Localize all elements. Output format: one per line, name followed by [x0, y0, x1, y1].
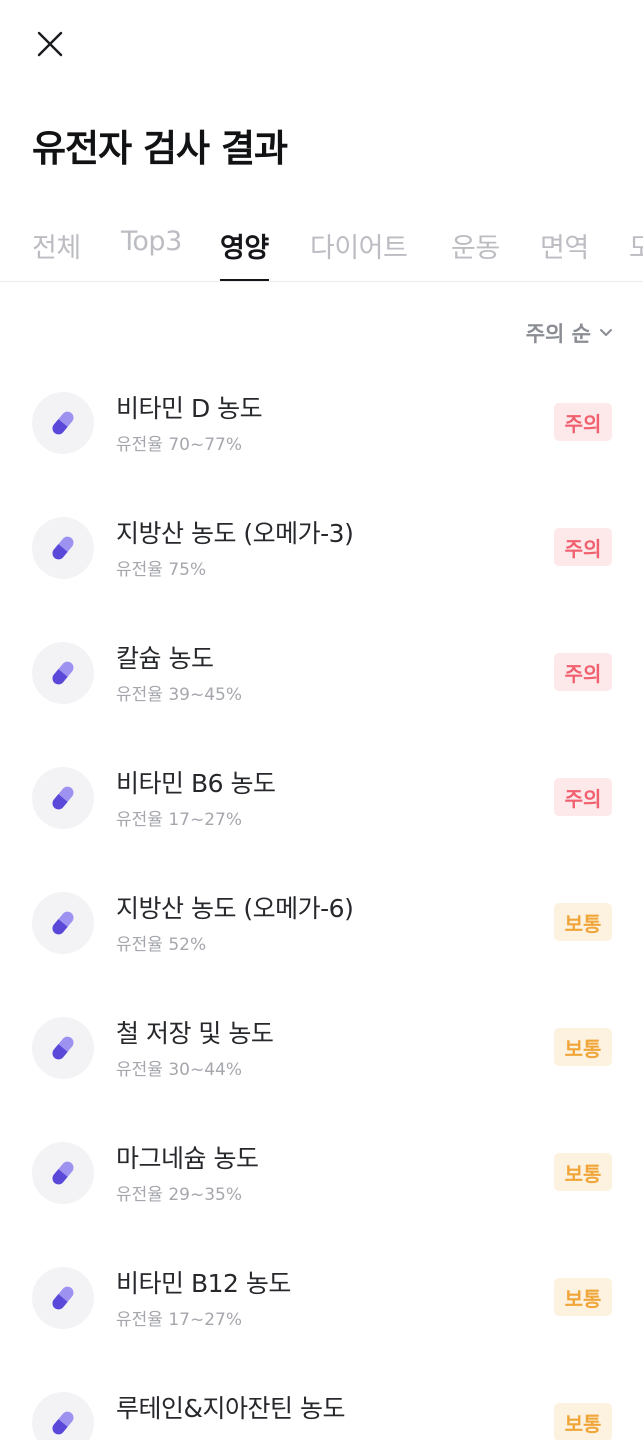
tab-diet[interactable]: 다이어트: [310, 226, 408, 281]
list-item[interactable]: 지방산 농도 (오메가-6) 유전율 52% 보통: [0, 867, 643, 992]
list-item[interactable]: 철 저장 및 농도유전율 30~44% 보통: [0, 992, 643, 1117]
tab-all[interactable]: 전체: [32, 226, 81, 281]
item-heritability: 유전율 75%: [116, 560, 207, 580]
pill-icon: [32, 1267, 94, 1329]
sort-label: 주의 순: [525, 322, 591, 346]
item-name: 지방산 농도 (오메가-3): [116, 519, 354, 548]
item-heritability: 유전율 52%: [116, 935, 207, 955]
page-title: 유전자 검사 결과: [32, 127, 288, 170]
item-name: 지방산 농도 (오메가-6): [116, 894, 354, 923]
pill-icon: [32, 892, 94, 954]
status-badge: 주의: [554, 653, 612, 691]
status-badge: 보통: [554, 1028, 612, 1066]
results-screen: 유전자 검사 결과 전체 Top3 영양 다이어트 운동 면역 모 주의 순 비…: [0, 0, 643, 1440]
item-heritability: 유전율 17~27%: [116, 1310, 242, 1330]
pill-icon: [32, 517, 94, 579]
list-item[interactable]: 칼슘 농도유전율 39~45% 주의: [0, 617, 643, 742]
tab-hair[interactable]: 모: [629, 226, 643, 281]
chevron-down-icon: [600, 329, 612, 336]
item-name: 비타민 D 농도: [116, 394, 263, 423]
list-item[interactable]: 비타민 B12 농도유전율 17~27% 보통: [0, 1242, 643, 1367]
pill-icon: [32, 642, 94, 704]
item-name: 루테인&지아잔틴 농도: [116, 1394, 345, 1423]
close-icon: [37, 31, 63, 57]
list-item[interactable]: 비타민 D 농도유전율 70~77% 주의: [0, 367, 643, 492]
sort-dropdown[interactable]: 주의 순: [526, 318, 613, 348]
tab-exercise[interactable]: 운동: [451, 226, 500, 281]
item-name: 칼슘 농도: [116, 644, 214, 673]
list-item[interactable]: 비타민 B6 농도유전율 17~27% 주의: [0, 742, 643, 867]
item-heritability: 유전율 29~35%: [116, 1185, 242, 1205]
list-item[interactable]: 마그네슘 농도유전율 29~35% 보통: [0, 1117, 643, 1242]
tab-top3[interactable]: Top3: [121, 226, 182, 281]
pill-icon: [32, 1392, 94, 1440]
item-name: 마그네슘 농도: [116, 1144, 259, 1173]
list-item[interactable]: 루테인&지아잔틴 농도 보통: [0, 1367, 643, 1440]
pill-icon: [32, 392, 94, 454]
item-heritability: 유전율 39~45%: [116, 685, 242, 705]
status-badge: 보통: [554, 1278, 612, 1316]
tab-immunity[interactable]: 면역: [540, 226, 589, 281]
item-heritability: 유전율 17~27%: [116, 810, 242, 830]
item-heritability: 유전율 70~77%: [116, 435, 242, 455]
tab-nutrition[interactable]: 영양: [220, 226, 269, 281]
status-badge: 보통: [554, 1153, 612, 1191]
status-badge: 주의: [554, 528, 612, 566]
status-badge: 보통: [554, 903, 612, 941]
item-name: 비타민 B12 농도: [116, 1269, 291, 1298]
item-name: 철 저장 및 농도: [116, 1019, 274, 1048]
close-button[interactable]: [30, 24, 70, 64]
list-item[interactable]: 지방산 농도 (오메가-3) 유전율 75% 주의: [0, 492, 643, 617]
pill-icon: [32, 1017, 94, 1079]
status-badge: 주의: [554, 403, 612, 441]
pill-icon: [32, 767, 94, 829]
nutrition-list: 비타민 D 농도 유전율 70~77% 주의 지방산 농도 (오메가-3) 유전율 75…: [0, 367, 643, 1440]
category-tabs: 전체 Top3 영양 다이어트 운동 면역 모: [0, 212, 643, 282]
pill-icon: [32, 1142, 94, 1204]
status-badge: 보통: [554, 1403, 612, 1440]
item-name: 비타민 B6 농도: [116, 769, 276, 798]
status-badge: 주의: [554, 778, 612, 816]
item-heritability: 유전율 30~44%: [116, 1060, 242, 1080]
